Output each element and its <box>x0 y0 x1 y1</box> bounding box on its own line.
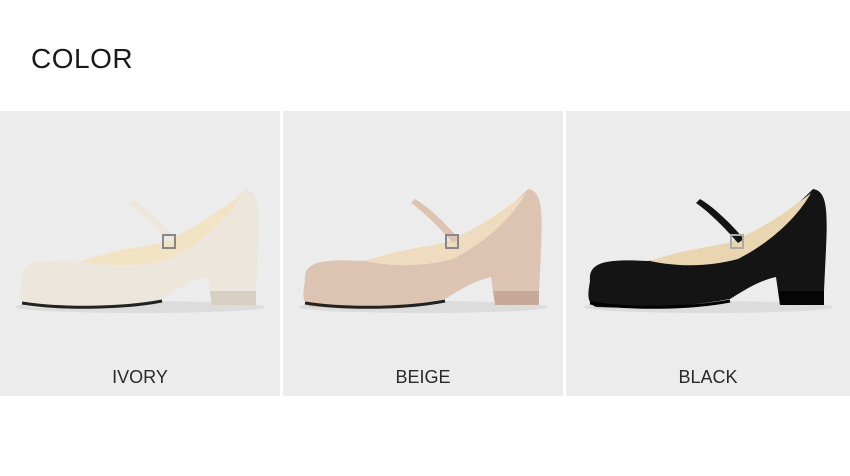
color-label-black: BLACK <box>678 367 738 387</box>
color-label-ivory: IVORY <box>112 367 168 387</box>
color-label-beige: BEIGE <box>395 367 451 387</box>
shoe-black-image <box>583 189 833 313</box>
section-title: COLOR <box>31 43 134 74</box>
color-option-ivory[interactable]: IVORY <box>0 111 280 396</box>
color-option-beige[interactable]: BEIGE <box>283 111 563 396</box>
shoe-beige-image <box>298 189 548 313</box>
color-options: IVORY BEIGE BLACK <box>0 111 850 396</box>
shoe-ivory-image <box>15 189 265 313</box>
color-option-black[interactable]: BLACK <box>566 111 850 396</box>
